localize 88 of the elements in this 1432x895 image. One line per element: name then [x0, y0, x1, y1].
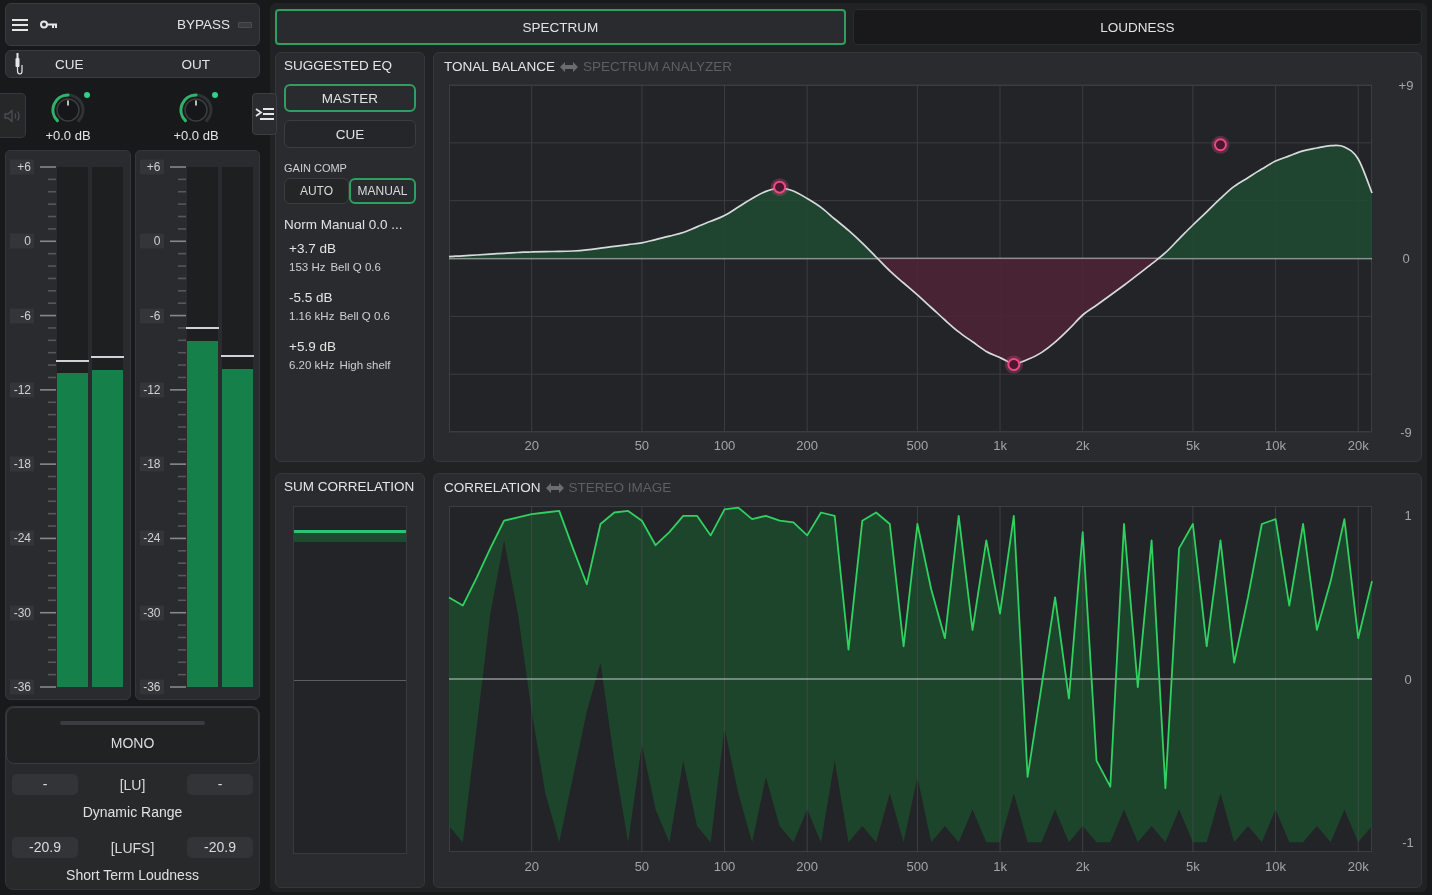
band-type: Bell Q 0.6 [339, 309, 390, 323]
axis-label: 500 [906, 858, 929, 874]
gain-comp-label: GAIN COMP [284, 162, 347, 175]
axis-label: 5k [1186, 858, 1200, 874]
jack-plug-icon [13, 53, 23, 75]
axis-label: 50 [634, 437, 650, 453]
axis-label: 2k [1075, 437, 1090, 453]
bypass-button[interactable]: BYPASS [176, 17, 252, 32]
scale-label: 0 [10, 233, 34, 249]
axis-label: 50 [634, 858, 650, 874]
eq-band-marker[interactable] [1211, 135, 1230, 154]
panel-title: SUGGESTED EQ [284, 57, 393, 74]
value-readout: -20.9 [12, 837, 78, 858]
swap-arrows-icon [560, 61, 579, 72]
scale-label: +6 [10, 159, 34, 175]
axis-label: 20k [1347, 858, 1369, 874]
scale-label: -12 [139, 382, 164, 398]
axis-label: 1k [993, 858, 1007, 874]
unit-label: [LUFS] [110, 839, 155, 856]
tab[interactable]: SPECTRUM [275, 9, 846, 45]
band-frequency: 1.16 kHz [289, 309, 335, 323]
target-button[interactable]: MASTER [284, 84, 416, 112]
target-button[interactable]: CUE [284, 120, 416, 148]
eq-band-marker[interactable] [1004, 355, 1023, 374]
value-readout: - [12, 774, 78, 795]
segment-button[interactable]: MANUAL [349, 178, 416, 204]
axis-label: -1 [1402, 834, 1414, 850]
axis-label: 0 [1404, 671, 1412, 687]
value-readout: - [187, 774, 253, 795]
axis-label: 10k [1265, 858, 1287, 874]
band-gain: +3.7 dB [289, 240, 336, 257]
axis-label: -9 [1400, 424, 1412, 440]
swap-arrows-icon [545, 482, 564, 493]
stat-caption: Dynamic Range [82, 803, 183, 821]
eq-band-marker[interactable] [770, 178, 789, 197]
stat-caption: Short Term Loudness [66, 866, 199, 884]
band-frequency: 153 Hz [289, 260, 326, 274]
axis-label: 500 [906, 437, 929, 453]
scale-label: -30 [139, 605, 164, 621]
axis-label: 1k [993, 437, 1007, 453]
band-type: Bell Q 0.6 [330, 260, 381, 274]
axis-label: 10k [1265, 437, 1287, 453]
scale-label: -18 [139, 456, 164, 472]
axis-label: +9 [1398, 77, 1414, 93]
segment-button[interactable]: AUTO [284, 178, 349, 204]
band-type: High shelf [339, 358, 391, 372]
scale-label: -24 [10, 530, 34, 546]
axis-label: 1 [1404, 508, 1412, 524]
axis-label: 2k [1075, 858, 1090, 874]
axis-label: 20k [1347, 437, 1369, 453]
scale-label: -12 [10, 382, 34, 398]
axis-label: 0 [1402, 251, 1410, 266]
panel-title: SUM CORRELATION [284, 478, 415, 495]
speaker-icon [3, 108, 22, 123]
gain-reading: +0.0 dB [45, 128, 91, 144]
scale-label: 0 [139, 233, 164, 249]
band-gain: +5.9 dB [289, 338, 336, 355]
band-gain: -5.5 dB [289, 289, 333, 306]
scale-label: -36 [10, 679, 34, 695]
scale-label: -6 [139, 308, 164, 324]
scale-label: -30 [10, 605, 34, 621]
view-option[interactable]: CORRELATION [444, 479, 541, 496]
axis-label: 200 [796, 858, 819, 874]
menu-icon[interactable] [12, 18, 28, 31]
scale-label: -6 [10, 308, 34, 324]
view-option[interactable]: TONAL BALANCE [444, 58, 556, 75]
sidebar-toggle-button[interactable] [252, 93, 277, 135]
axis-label: 20 [524, 437, 539, 453]
value-readout: -20.9 [187, 837, 253, 858]
key-icon[interactable] [40, 20, 57, 29]
scale-label: +6 [139, 159, 164, 175]
unit-label: [LU] [119, 776, 146, 793]
chevron-list-icon [255, 107, 274, 121]
scale-label: -36 [139, 679, 164, 695]
scale-label: -18 [10, 456, 34, 472]
norm-text: Norm Manual 0.0 ... [284, 216, 403, 234]
channel-label: CUE [54, 56, 85, 72]
mono-button[interactable]: MONO [6, 707, 259, 764]
axis-label: 100 [713, 858, 736, 874]
axis-label: 200 [796, 437, 819, 453]
gain-reading: +0.0 dB [173, 128, 219, 144]
scale-label: -24 [139, 530, 164, 546]
axis-label: 100 [713, 437, 736, 453]
tab[interactable]: LOUDNESS [853, 9, 1422, 45]
axis-label: 5k [1186, 437, 1200, 453]
axis-label: 20 [524, 858, 539, 874]
channel-label: OUT [181, 56, 210, 72]
band-frequency: 6.20 kHz [289, 358, 335, 372]
